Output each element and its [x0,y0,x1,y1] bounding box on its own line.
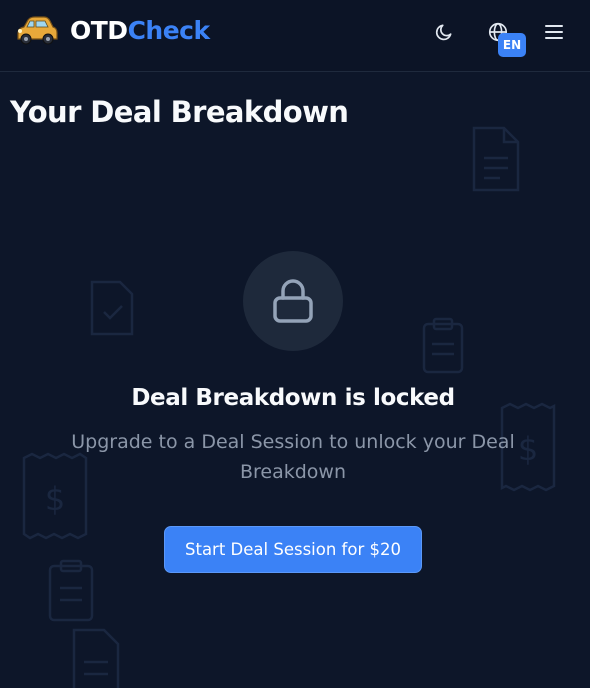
lock-icon [273,279,313,323]
clipboard-pattern-icon [422,317,464,374]
document-pattern-icon [472,126,520,192]
theme-toggle-button[interactable] [428,16,460,48]
brand-name-part-1: OTD [70,16,128,45]
car-logo-icon[interactable] [14,12,58,48]
clipboard-pattern-icon [48,559,94,622]
locked-title: Deal Breakdown is locked [131,385,455,411]
brand-logo-text[interactable]: OTDCheck [70,15,210,47]
svg-text:$: $ [45,480,65,518]
lock-icon-container [243,251,343,351]
brand-name-part-2: Check [127,16,211,45]
hamburger-menu-icon [545,25,563,39]
moon-icon [435,24,452,41]
document-pattern-icon [72,628,120,688]
hamburger-menu-button[interactable] [538,16,570,48]
locked-description: Upgrade to a Deal Session to unlock your… [71,431,515,483]
start-deal-session-button[interactable]: Start Deal Session for $20 [164,526,422,573]
svg-text:$: $ [518,430,538,468]
top-navigation-bar: OTDCheck EN [0,0,590,72]
page-title: Your Deal Breakdown [10,95,349,129]
language-badge[interactable]: EN [498,33,526,57]
document-check-pattern-icon [90,280,134,336]
